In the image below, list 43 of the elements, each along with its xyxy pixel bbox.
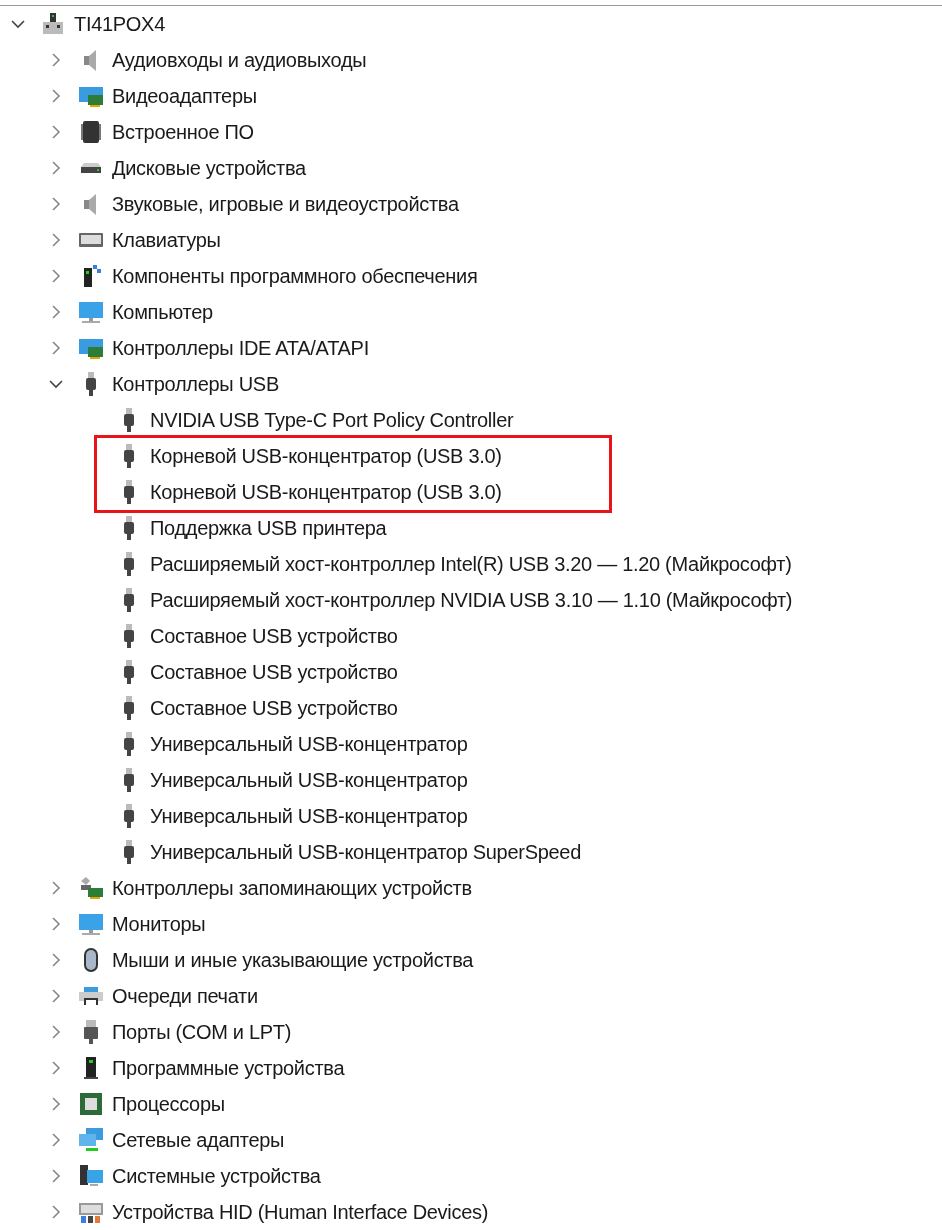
tree-item-label[interactable]: Встроенное ПО (112, 117, 254, 147)
tree-item-label[interactable]: Программные устройства (112, 1053, 345, 1083)
tree-item-label[interactable]: Компьютер (112, 297, 213, 327)
tree-item-label[interactable]: Мониторы (112, 909, 206, 939)
storage-controller-icon (78, 875, 104, 901)
tree-item-label[interactable]: Порты (COM и LPT) (112, 1017, 292, 1047)
tree-item-label[interactable]: Поддержка USB принтера (150, 513, 387, 543)
tree-item-label[interactable]: Мыши и иные указывающие устройства (112, 945, 474, 975)
tree-item-label[interactable]: TI41POX4 (74, 9, 165, 39)
network-icon (40, 11, 66, 37)
tree-item-label[interactable]: Универсальный USB-концентратор (150, 801, 468, 831)
tree-item-label[interactable]: Расширяемый хост-контроллер Intel(R) USB 3.20 — 1.20 (Майкрософт) (150, 549, 792, 579)
tree-item-label[interactable]: Компоненты программного обеспечения (112, 261, 478, 291)
monitor-icon (78, 911, 104, 937)
tree-item-label[interactable]: Корневой USB-концентратор (USB 3.0) (150, 441, 502, 471)
tree-item-label[interactable]: Видеоадаптеры (112, 81, 257, 111)
tree-item-label[interactable]: Клавиатуры (112, 225, 221, 255)
chip-icon (78, 119, 104, 145)
tree-item-label[interactable]: Очереди печати (112, 981, 258, 1011)
tree-item-label[interactable]: Универсальный USB-концентратор SuperSpeed (150, 837, 581, 867)
tree-item-label[interactable]: Процессоры (112, 1089, 225, 1119)
tree-item-label[interactable]: Контроллеры IDE ATA/ATAPI (112, 333, 369, 363)
tree-item-label[interactable]: Расширяемый хост-контроллер NVIDIA USB 3.10 — 1.10 (Майкрософт) (150, 585, 793, 615)
tree-item-label[interactable]: Составное USB устройство (150, 693, 398, 723)
tree-item-label[interactable]: Составное USB устройство (150, 657, 398, 687)
tree-item-label[interactable]: Универсальный USB-концентратор (150, 729, 468, 759)
tree-item-label[interactable]: Аудиовходы и аудиовыходы (112, 45, 367, 75)
tree-item-label[interactable]: Дисковые устройства (112, 153, 306, 183)
disk-drive-icon (78, 162, 104, 174)
network-adapter-icon (78, 1127, 104, 1153)
processor-icon (78, 1091, 104, 1117)
tree-item-label[interactable]: NVIDIA USB Type-C Port Policy Controller (150, 405, 514, 435)
tree-item-label[interactable]: Корневой USB-концентратор (USB 3.0) (150, 477, 502, 507)
tree-item-label[interactable]: Универсальный USB-концентратор (150, 765, 468, 795)
system-devices-icon (78, 1163, 104, 1189)
tree-item-label[interactable]: Сетевые адаптеры (112, 1125, 285, 1155)
tree-item-label[interactable]: Устройства HID (Human Interface Devices) (112, 1197, 489, 1227)
tree-item-label[interactable]: Звуковые, игровые и видеоустройства (112, 189, 459, 219)
tree-item-label[interactable]: Контроллеры USB (112, 369, 279, 399)
monitor-icon (78, 299, 104, 325)
tree-item-label[interactable]: Системные устройства (112, 1161, 321, 1191)
tree-item-label[interactable]: Составное USB устройство (150, 621, 398, 651)
tree-item-label[interactable]: Контроллеры запоминающих устройств (112, 873, 472, 903)
